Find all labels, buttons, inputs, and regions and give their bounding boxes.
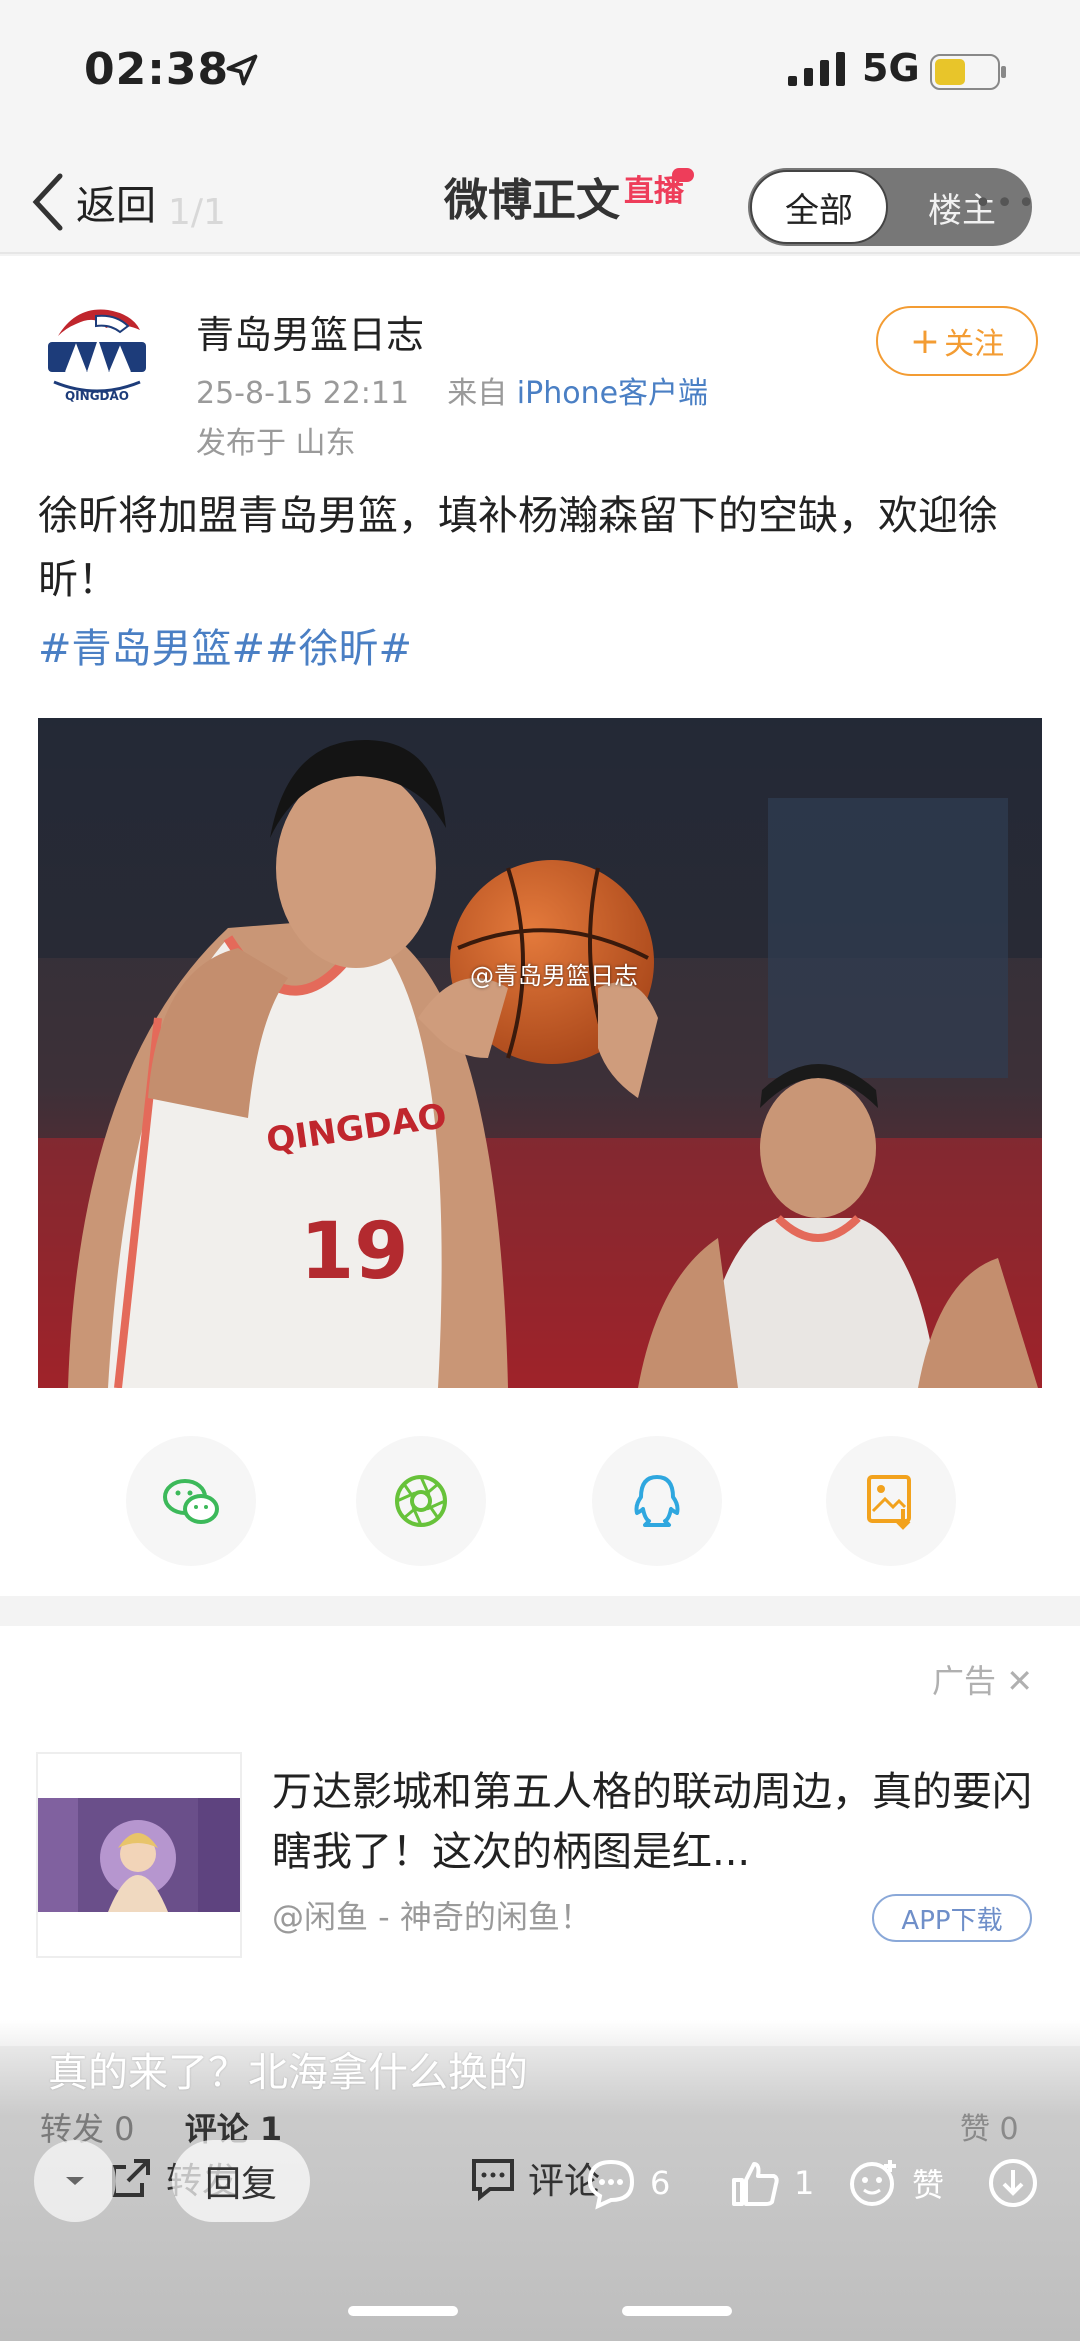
- source-prefix: 来自: [447, 376, 508, 411]
- share-moments-button[interactable]: [356, 1436, 486, 1566]
- ad-card[interactable]: 广告 ✕ 万达影城和第五人格的联动周边，真的要闪瞎我了！这次的柄图是红... @…: [0, 1626, 1080, 2046]
- share-row: [0, 1436, 1080, 1576]
- post-card: QINGDAO 青岛男篮日志 25-8-15 22:11 来自 iPhone客户…: [0, 256, 1080, 1596]
- thumbs-up-icon: [732, 2162, 779, 2206]
- post-hashtags[interactable]: #青岛男篮##徐昕#: [38, 616, 412, 674]
- comment-preview[interactable]: 真的来了？北海拿什么换的: [48, 2040, 528, 2098]
- post-datetime: 25-8-15 22:11: [196, 376, 410, 411]
- back-button[interactable]: 返回: [28, 162, 156, 242]
- page-title: 微博正文: [444, 175, 620, 226]
- share-qq-button[interactable]: [592, 1436, 722, 1566]
- reply-button[interactable]: 回复: [172, 2140, 310, 2222]
- nav-header: 返回 1/1 微博正文 直播 全部 楼主 •••: [0, 150, 1080, 254]
- comment-button[interactable]: 评论: [468, 2152, 600, 2204]
- chevron-down-icon: [66, 2177, 84, 2185]
- follow-label: 关注: [944, 327, 1005, 362]
- page-index: 1/1: [168, 192, 226, 233]
- close-icon: ✕: [1006, 1662, 1033, 1700]
- post-image[interactable]: QINGDAO 19 @青岛男篮日志: [38, 718, 1042, 1388]
- like-count-button[interactable]: 1: [728, 2156, 814, 2210]
- like-button[interactable]: 赞: [846, 2156, 944, 2210]
- live-dot-icon: [672, 168, 694, 182]
- post-meta: 25-8-15 22:11 来自 iPhone客户端: [196, 368, 708, 412]
- comment-count: 6: [650, 2164, 671, 2202]
- location-arrow-icon: [226, 54, 258, 86]
- toggle-all[interactable]: 全部: [750, 170, 888, 244]
- ad-label: 广告: [932, 1662, 997, 1700]
- status-bar: 02:38 5G: [0, 0, 1080, 150]
- ad-image: [38, 1798, 240, 1912]
- comment-count-button[interactable]: 6: [584, 2156, 670, 2210]
- network-type: 5G: [862, 46, 920, 90]
- follow-button[interactable]: + 关注: [876, 306, 1038, 376]
- svg-text:QINGDAO: QINGDAO: [65, 389, 129, 403]
- ad-source: @闲鱼 - 神奇的闲鱼！: [272, 1898, 592, 1936]
- comment-bubble-icon: [587, 2159, 635, 2210]
- app-download-button[interactable]: APP下载: [872, 1894, 1032, 1942]
- post-text: 徐昕将加盟青岛男篮，填补杨瀚森留下的空缺，欢迎徐昕！: [38, 493, 998, 603]
- qq-icon: [634, 1475, 680, 1527]
- save-image-icon: [867, 1475, 911, 1530]
- status-time: 02:38: [84, 44, 230, 95]
- author-name[interactable]: 青岛男篮日志: [196, 304, 424, 359]
- home-indicator-left: [348, 2306, 458, 2316]
- download-button[interactable]: [986, 2156, 1052, 2210]
- like-count: 1: [794, 2164, 815, 2202]
- emoji-add-icon: [850, 2160, 896, 2206]
- moments-icon: [395, 1475, 447, 1527]
- ad-title[interactable]: 万达影城和第五人格的联动周边，真的要闪瞎我了！这次的柄图是红...: [272, 1762, 1042, 1882]
- ad-close-button[interactable]: 广告 ✕: [932, 1656, 1033, 1702]
- back-chevron-icon: [32, 173, 63, 231]
- wechat-icon: [163, 1479, 219, 1524]
- download-circle-icon: [989, 2159, 1037, 2207]
- image-watermark: @青岛男篮日志: [470, 962, 638, 990]
- basketball-photo: QINGDAO 19: [38, 718, 1042, 1388]
- post-source[interactable]: iPhone客户端: [517, 376, 708, 411]
- author-avatar[interactable]: QINGDAO: [36, 296, 158, 418]
- save-image-button[interactable]: [826, 1436, 956, 1566]
- like-label: 赞: [912, 2166, 945, 2204]
- collapse-button[interactable]: [34, 2140, 116, 2222]
- share-wechat-button[interactable]: [126, 1436, 256, 1566]
- plus-icon: +: [909, 320, 941, 362]
- comment-icon: [472, 2159, 514, 2202]
- back-label: 返回: [76, 183, 156, 229]
- post-location: 发布于 山东: [196, 426, 356, 461]
- more-icon[interactable]: •••: [974, 186, 1039, 221]
- home-indicator-right: [622, 2306, 732, 2316]
- signal-icon: [788, 52, 845, 86]
- battery-icon: [930, 54, 1006, 90]
- jersey-number: 19: [300, 1207, 409, 1297]
- ad-thumbnail[interactable]: [36, 1752, 242, 1958]
